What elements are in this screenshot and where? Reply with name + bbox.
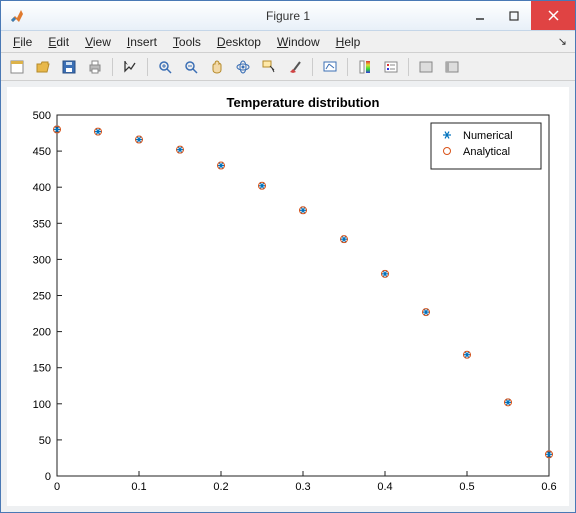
data-cursor-icon: [261, 59, 277, 75]
hide-tools-icon: [418, 59, 434, 75]
x-tick-label: 0.6: [541, 481, 556, 493]
minimize-button[interactable]: [463, 1, 497, 30]
menu-tools[interactable]: Tools: [167, 33, 207, 51]
menu-desktop[interactable]: Desktop: [211, 33, 267, 51]
y-tick-label: 50: [39, 435, 51, 447]
x-tick-label: 0: [54, 481, 60, 493]
menu-insert[interactable]: Insert: [121, 33, 163, 51]
y-tick-label: 100: [33, 399, 51, 411]
toolbar-separator: [312, 58, 313, 76]
legend-label: Analytical: [463, 146, 510, 158]
rotate-3d-button[interactable]: [231, 56, 255, 78]
zoom-in-button[interactable]: [153, 56, 177, 78]
save-button[interactable]: [57, 56, 81, 78]
pan-button[interactable]: [205, 56, 229, 78]
brush-button[interactable]: [283, 56, 307, 78]
print-icon: [87, 59, 103, 75]
x-tick-label: 0.1: [131, 481, 146, 493]
y-tick-label: 500: [33, 110, 51, 122]
edit-plot-button[interactable]: [118, 56, 142, 78]
matlab-icon: [9, 8, 25, 24]
insert-legend-button[interactable]: [379, 56, 403, 78]
chart: Temperature distribution 0 0.1 0.2 0.3 0.4 0.5…: [7, 87, 569, 506]
y-tick-label: 400: [33, 182, 51, 194]
link-plot-icon: [322, 59, 338, 75]
x-tick-label: 0.5: [459, 481, 474, 493]
menu-view[interactable]: View: [79, 33, 117, 51]
toolbar-separator: [147, 58, 148, 76]
data-cursor-button[interactable]: [257, 56, 281, 78]
chart-title: Temperature distribution: [227, 95, 380, 110]
brush-icon: [287, 59, 303, 75]
insert-colorbar-button[interactable]: [353, 56, 377, 78]
open-button[interactable]: [31, 56, 55, 78]
toolbar-separator: [408, 58, 409, 76]
menu-help[interactable]: Help: [330, 33, 367, 51]
zoom-in-icon: [157, 59, 173, 75]
insert-legend-icon: [383, 59, 399, 75]
legend-label: Numerical: [463, 130, 513, 142]
y-tick-label: 250: [33, 291, 51, 303]
close-button[interactable]: [531, 1, 575, 30]
y-tick-label: 300: [33, 254, 51, 266]
x-tick-label: 0.2: [213, 481, 228, 493]
toolbar-separator: [112, 58, 113, 76]
insert-colorbar-icon: [357, 59, 373, 75]
x-tick-label: 0.3: [295, 481, 310, 493]
open-icon: [35, 59, 51, 75]
new-figure-icon: [9, 59, 25, 75]
menu-edit[interactable]: Edit: [42, 33, 75, 51]
link-plot-button[interactable]: [318, 56, 342, 78]
y-tick-label: 0: [45, 471, 51, 483]
toolbar: [1, 53, 575, 81]
rotate-3d-icon: [235, 59, 251, 75]
zoom-out-button[interactable]: [179, 56, 203, 78]
window-buttons: [463, 1, 575, 30]
menu-window[interactable]: Window: [271, 33, 326, 51]
y-tick-label: 450: [33, 146, 51, 158]
show-tools-icon: [444, 59, 460, 75]
menu-file[interactable]: File: [7, 33, 38, 51]
pan-icon: [209, 59, 225, 75]
dock-icon[interactable]: ↘: [558, 35, 569, 48]
show-tools-button[interactable]: [440, 56, 464, 78]
figure-area: Temperature distribution 0 0.1 0.2 0.3 0.4 0.5…: [1, 81, 575, 512]
edit-plot-icon: [122, 59, 138, 75]
menubar: FileEditViewInsertToolsDesktopWindowHelp…: [1, 31, 575, 53]
y-tick-label: 200: [33, 327, 51, 339]
y-tick-label: 150: [33, 363, 51, 375]
x-tick-label: 0.4: [377, 481, 392, 493]
toolbar-separator: [347, 58, 348, 76]
new-figure-button[interactable]: [5, 56, 29, 78]
plot-container: Temperature distribution 0 0.1 0.2 0.3 0.4 0.5…: [7, 87, 569, 506]
save-icon: [61, 59, 77, 75]
hide-tools-button[interactable]: [414, 56, 438, 78]
y-tick-label: 350: [33, 218, 51, 230]
titlebar: Figure 1: [1, 1, 575, 31]
maximize-button[interactable]: [497, 1, 531, 30]
print-button[interactable]: [83, 56, 107, 78]
zoom-out-icon: [183, 59, 199, 75]
